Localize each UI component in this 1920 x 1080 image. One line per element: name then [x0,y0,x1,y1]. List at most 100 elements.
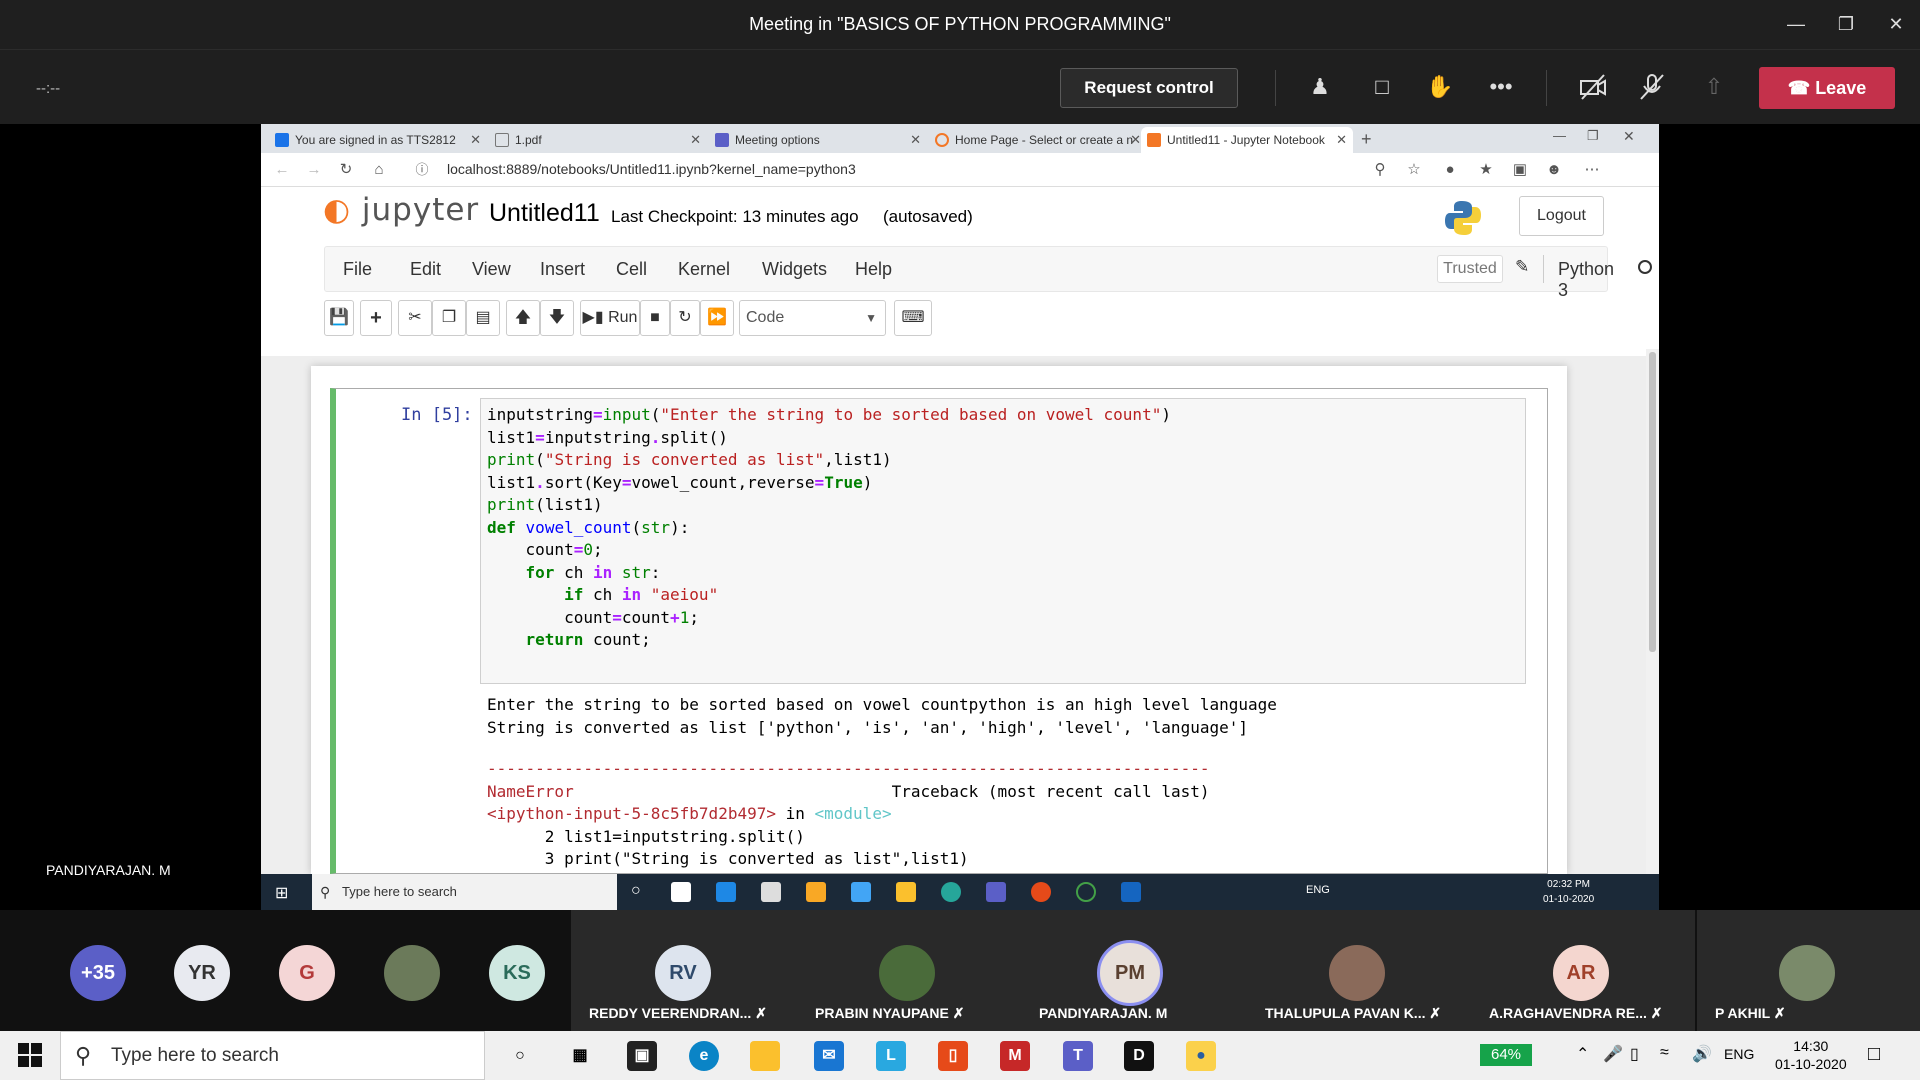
favorite-star-icon[interactable]: ☆ [1403,159,1425,181]
raise-hand-icon[interactable]: ✋ [1425,72,1455,102]
battery-indicator[interactable]: 64% [1480,1044,1532,1066]
remote-taskview-icon[interactable] [671,882,691,902]
python-icon[interactable]: ● [1186,1041,1216,1071]
menu-kernel[interactable]: Kernel [678,259,730,280]
tab-close-icon[interactable]: ✕ [1336,127,1347,153]
close-icon[interactable]: ✕ [1873,0,1919,49]
restart-run-all-icon[interactable]: ⏩ [700,300,734,336]
menu-cell[interactable]: Cell [616,259,647,280]
notifications-icon[interactable]: □ [1868,1043,1880,1066]
file-explorer-icon[interactable] [750,1041,780,1071]
extension-icon[interactable]: ● [1439,159,1461,181]
browser-tab[interactable]: 1.pdf ✕ [489,127,707,153]
wifi-icon[interactable]: ≈ [1660,1044,1669,1062]
participant-tile-speaking[interactable]: PM PANDIYARAJAN. M [1019,910,1245,1031]
avatar[interactable]: G [279,945,335,1001]
more-options-icon[interactable]: ••• [1486,72,1516,102]
code-text[interactable]: inputstring=input("Enter the string to b… [487,404,1171,652]
avatar[interactable]: KS [489,945,545,1001]
edge-icon[interactable]: e [689,1041,719,1071]
request-control-button[interactable]: Request control [1060,68,1238,108]
notebook-name[interactable]: Untitled11 [489,199,600,228]
menu-edit[interactable]: Edit [410,259,441,280]
info-icon[interactable]: ⓘ [411,159,433,181]
tab-close-icon[interactable]: ✕ [690,127,701,153]
restart-icon[interactable]: ↻ [670,300,700,336]
menu-file[interactable]: File [343,259,372,280]
volume-icon[interactable]: 🔊 [1692,1044,1712,1064]
zoom-icon[interactable]: ⚲ [1369,159,1391,181]
mic-off-icon[interactable] [1637,72,1667,102]
menu-help[interactable]: Help [855,259,892,280]
office-icon[interactable]: ▯ [938,1041,968,1071]
app-l-icon[interactable]: L [876,1041,906,1071]
remote-cortana-icon[interactable]: ○ [631,882,651,902]
insert-cell-icon[interactable]: + [360,300,392,336]
browser-tab[interactable]: Home Page - Select or create a n ✕ [929,127,1147,153]
jupyter-logo[interactable]: ◐ jupyter [323,192,479,228]
participant-tile[interactable]: THALUPULA PAVAN K... ✗ [1245,910,1471,1031]
teams-icon[interactable]: T [1063,1041,1093,1071]
forward-icon[interactable]: → [303,159,325,181]
reload-icon[interactable]: ↻ [335,159,357,181]
new-tab-icon[interactable]: + [1361,129,1372,150]
mail-icon[interactable]: ✉ [814,1041,844,1071]
command-palette-icon[interactable]: ⌨ [894,300,932,336]
participant-tile[interactable]: P AKHIL ✗ [1697,910,1920,1031]
share-screen-icon[interactable]: ⇧ [1699,72,1729,102]
avatar-photo[interactable] [384,945,440,1001]
store-icon[interactable]: ▣ [627,1041,657,1071]
tab-close-icon[interactable]: ✕ [910,127,921,153]
participant-tile[interactable]: AR A.RAGHAVENDRA RE... ✗ [1471,910,1695,1031]
browser-minimize-icon[interactable]: — [1553,128,1566,143]
remote-windows-icon[interactable]: ⊞ [275,883,288,903]
cell-type-select[interactable]: Code ▼ [739,300,886,336]
menu-insert[interactable]: Insert [540,259,585,280]
show-hidden-icons-icon[interactable]: ⌃ [1576,1044,1589,1064]
collections-icon[interactable]: ▣ [1509,159,1531,181]
home-icon[interactable]: ⌂ [368,159,390,181]
menu-widgets[interactable]: Widgets [762,259,827,280]
browser-tab-active[interactable]: Untitled11 - Jupyter Notebook ✕ [1141,127,1353,153]
url-field[interactable]: localhost:8889/notebooks/Untitled11.ipyn… [447,161,856,177]
run-button[interactable]: ▶▮ Run [580,300,640,336]
kernel-name[interactable]: Python 3 [1558,259,1614,301]
trusted-indicator[interactable]: Trusted [1437,255,1503,283]
browser-tab[interactable]: You are signed in as TTS2812 ✕ [269,127,487,153]
mic-icon[interactable]: 🎤 [1603,1044,1623,1064]
language-indicator[interactable]: ENG [1724,1046,1754,1062]
browser-close-icon[interactable]: ✕ [1623,128,1635,145]
remote-app2-icon[interactable] [1076,882,1096,902]
camera-off-icon[interactable] [1578,72,1608,102]
battery-icon[interactable]: ▯ [1630,1044,1639,1064]
move-up-icon[interactable]: 🡅 [506,300,540,336]
remote-edge-icon[interactable] [941,882,961,902]
cut-icon[interactable]: ✂ [398,300,432,336]
remote-word-icon[interactable] [1121,882,1141,902]
cortana-icon[interactable]: ○ [505,1041,535,1071]
participants-icon[interactable]: ♟ [1305,72,1335,102]
remote-teams-icon[interactable] [986,882,1006,902]
leave-button[interactable]: ☎ Leave [1759,67,1895,109]
avatar[interactable]: YR [174,945,230,1001]
taskbar-clock[interactable]: 14:30 01-10-2020 [1775,1037,1847,1073]
copy-icon[interactable]: ❐ [432,300,466,336]
paste-icon[interactable]: ▤ [466,300,500,336]
app-dark-icon[interactable]: D [1124,1041,1154,1071]
remote-explorer-icon[interactable] [896,882,916,902]
move-down-icon[interactable]: 🡇 [540,300,574,336]
interrupt-icon[interactable]: ■ [640,300,670,336]
logout-button[interactable]: Logout [1519,196,1604,236]
windows-start-icon[interactable] [18,1043,42,1067]
tab-close-icon[interactable]: ✕ [470,127,481,153]
save-icon[interactable]: 💾 [324,300,354,336]
browser-tab[interactable]: Meeting options ✕ [709,127,927,153]
browser-restore-icon[interactable]: ❐ [1587,128,1599,144]
avatar[interactable]: +35 [70,945,126,1001]
remote-store-icon[interactable] [761,882,781,902]
taskbar-search-box[interactable]: ⚲ Type here to search [60,1031,485,1080]
remote-mail-icon[interactable] [851,882,871,902]
edit-pencil-icon[interactable]: ✎ [1515,257,1529,277]
restore-icon[interactable]: ❐ [1823,0,1869,49]
remote-dropbox-icon[interactable] [716,882,736,902]
